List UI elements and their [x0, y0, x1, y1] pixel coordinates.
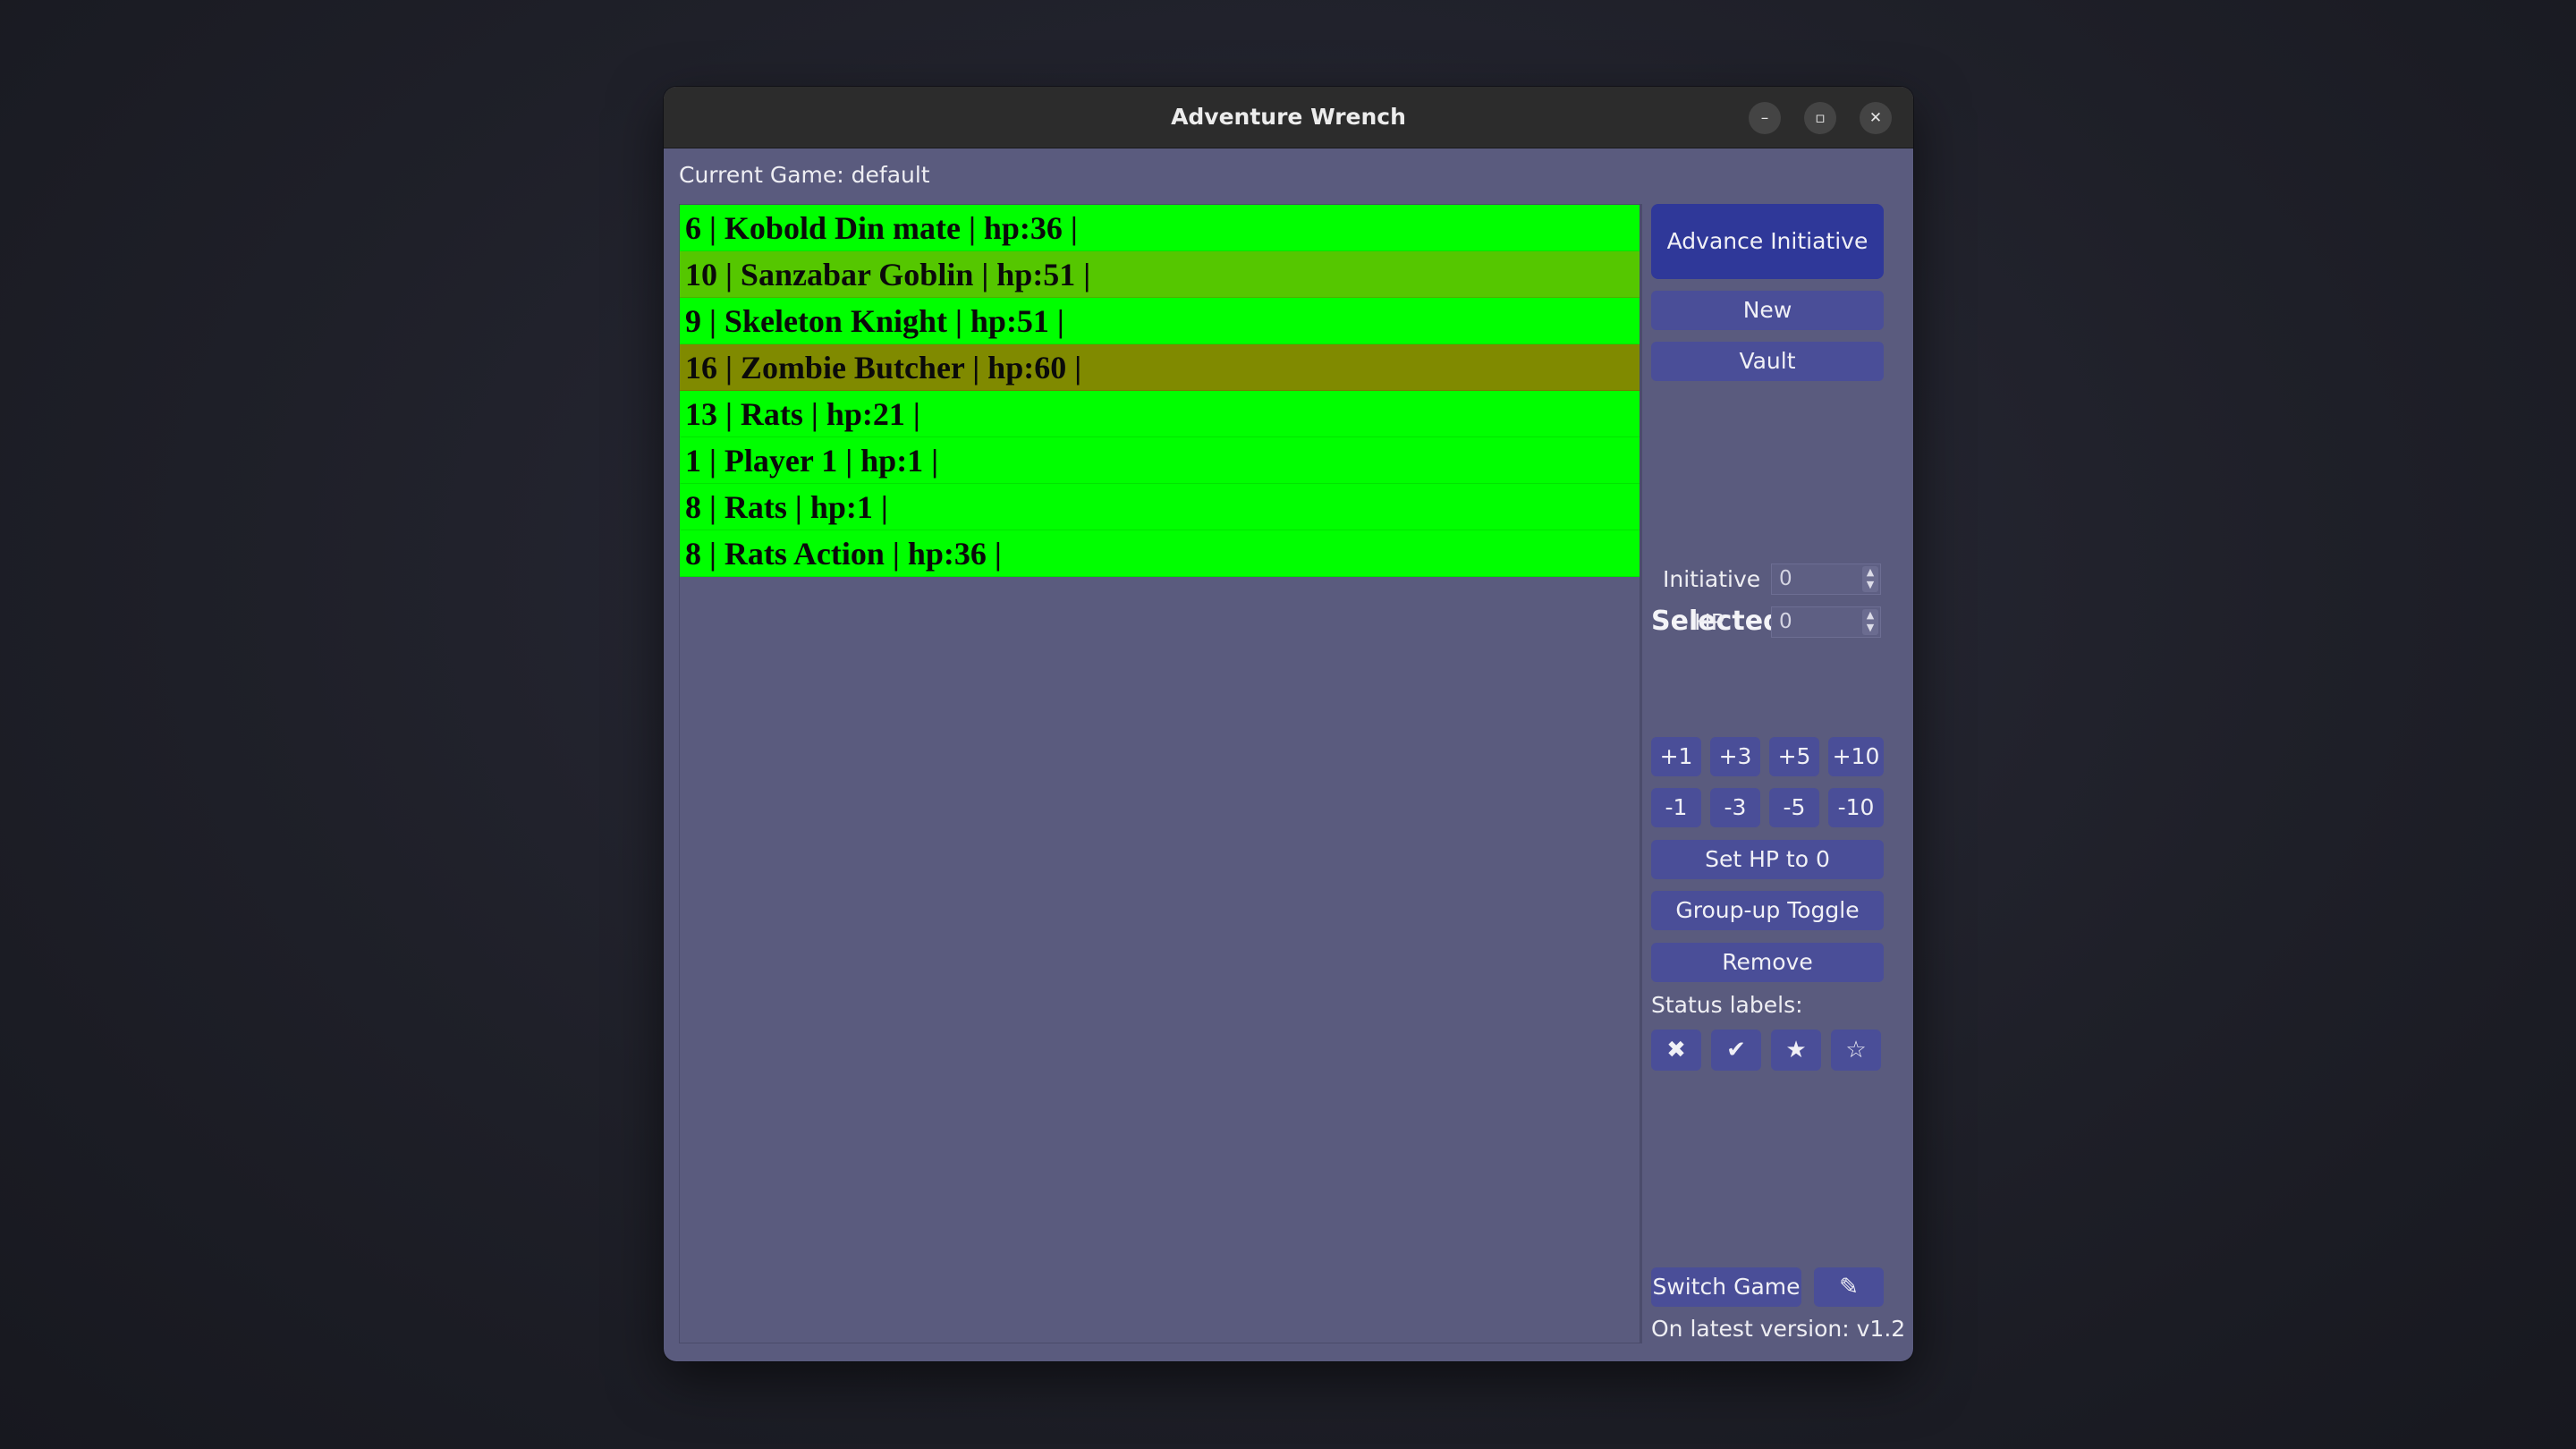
initiative-row[interactable]: 13 | Rats | hp:21 | — [680, 391, 1640, 437]
hp-value: 0 — [1779, 610, 1792, 633]
hp-minus-1-button[interactable]: -1 — [1651, 788, 1701, 827]
title-bar[interactable]: Adventure Wrench – ▫ ✕ — [664, 87, 1913, 148]
status-labels-heading: Status labels: — [1651, 992, 1803, 1018]
group-up-toggle-button[interactable]: Group-up Toggle — [1651, 891, 1884, 930]
minimize-icon[interactable]: – — [1749, 102, 1781, 134]
hp-plus-5-button[interactable]: +5 — [1769, 737, 1819, 776]
check-mark-icon[interactable]: ✔ — [1711, 1030, 1761, 1071]
app-window: Adventure Wrench – ▫ ✕ Current Game: def… — [664, 87, 1913, 1361]
vault-button[interactable]: Vault — [1651, 342, 1884, 381]
spin-arrows-icon[interactable]: ▲ ▼ — [1862, 566, 1878, 592]
outline-star-icon[interactable]: ☆ — [1831, 1030, 1881, 1071]
hp-plus-1-button[interactable]: +1 — [1651, 737, 1701, 776]
hp-minus-10-button[interactable]: -10 — [1828, 788, 1884, 827]
initiative-row[interactable]: 8 | Rats | hp:1 | — [680, 484, 1640, 530]
initiative-label: Initiative — [1663, 566, 1761, 592]
initiative-row[interactable]: 16 | Zombie Butcher | hp:60 | — [680, 344, 1640, 391]
version-status: On latest version: v1.2 — [1651, 1316, 1906, 1342]
remove-button[interactable]: Remove — [1651, 943, 1884, 982]
maximize-icon[interactable]: ▫ — [1804, 102, 1836, 134]
set-hp-zero-button[interactable]: Set HP to 0 — [1651, 840, 1884, 879]
edit-game-icon[interactable]: ✎ — [1814, 1267, 1884, 1307]
switch-game-button[interactable]: Switch Game — [1651, 1267, 1801, 1307]
hp-label: HP — [1694, 609, 1724, 635]
initiative-spinbox[interactable]: 0 ▲ ▼ — [1771, 564, 1881, 595]
hp-spinbox[interactable]: 0 ▲ ▼ — [1771, 606, 1881, 638]
new-button[interactable]: New — [1651, 291, 1884, 330]
initiative-row[interactable]: 8 | Rats Action | hp:36 | — [680, 530, 1640, 577]
initiative-row[interactable]: 1 | Player 1 | hp:1 | — [680, 437, 1640, 484]
hp-minus-3-button[interactable]: -3 — [1710, 788, 1760, 827]
advance-initiative-button[interactable]: Advance Initiative — [1651, 204, 1884, 279]
window-title: Adventure Wrench — [1171, 104, 1406, 130]
hp-minus-5-button[interactable]: -5 — [1769, 788, 1819, 827]
close-icon[interactable]: ✕ — [1860, 102, 1892, 134]
filled-star-icon[interactable]: ★ — [1771, 1030, 1821, 1071]
spin-arrows-icon[interactable]: ▲ ▼ — [1862, 609, 1878, 635]
initiative-value: 0 — [1779, 567, 1792, 590]
initiative-row[interactable]: 6 | Kobold Din mate | hp:36 | — [680, 205, 1640, 251]
hp-plus-10-button[interactable]: +10 — [1828, 737, 1884, 776]
current-game-label: Current Game: default — [679, 162, 930, 188]
hp-plus-3-button[interactable]: +3 — [1710, 737, 1760, 776]
cross-mark-icon[interactable]: ✖ — [1651, 1030, 1701, 1071]
panel-divider — [1640, 204, 1642, 1343]
initiative-row[interactable]: 10 | Sanzabar Goblin | hp:51 | — [680, 251, 1640, 298]
initiative-row[interactable]: 9 | Skeleton Knight | hp:51 | — [680, 298, 1640, 344]
initiative-list[interactable]: 6 | Kobold Din mate | hp:36 | 10 | Sanzab… — [679, 204, 1640, 1343]
